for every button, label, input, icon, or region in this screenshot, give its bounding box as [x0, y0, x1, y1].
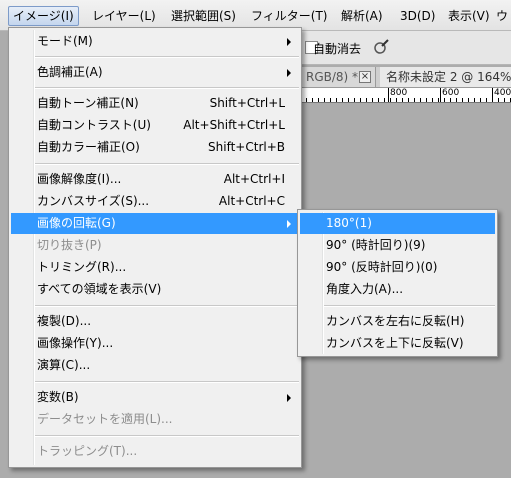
menu-item-reveal-all[interactable]: すべての領域を表示(V) — [11, 279, 299, 300]
menu-item-canvas-size[interactable]: カンバスサイズ(S)... Alt+Ctrl+C — [11, 191, 299, 212]
menu-view[interactable]: 表示(V) — [444, 6, 494, 26]
menu-item-crop[interactable]: 切り抜き(P) — [11, 235, 299, 256]
shortcut-label: Alt+Ctrl+C — [218, 194, 285, 208]
menu-item-rotate-arbitrary[interactable]: 角度入力(A)... — [300, 279, 495, 300]
menu-separator — [35, 87, 299, 89]
document-tab[interactable]: RGB/8) * × — [300, 67, 376, 87]
shortcut-label: Shift+Ctrl+L — [209, 96, 285, 110]
menu-separator — [324, 305, 495, 307]
ruler-label: 800 — [390, 88, 408, 98]
shortcut-label: Alt+Ctrl+I — [223, 172, 285, 186]
rotation-submenu: 180°(1) 90° (時計回り)(9) 90° (反時計回り)(0) 角度入… — [297, 209, 498, 357]
menu-item-rotate-90-ccw[interactable]: 90° (反時計回り)(0) — [300, 257, 495, 278]
menu-item-duplicate[interactable]: 複製(D)... — [11, 311, 299, 332]
menu-item-adjustments[interactable]: 色調補正(A) — [11, 62, 299, 83]
menu-item-rotate-90-cw[interactable]: 90° (時計回り)(9) — [300, 235, 495, 256]
options-bar: 自動消去 — [300, 31, 511, 65]
menu-item-variables[interactable]: 変数(B) — [11, 387, 299, 408]
menu-3d[interactable]: 3D(D) — [396, 6, 439, 26]
horizontal-ruler: 800 600 400 — [300, 88, 511, 103]
submenu-arrow-icon — [287, 38, 291, 46]
submenu-arrow-icon — [287, 69, 291, 77]
menu-select[interactable]: 選択範囲(S) — [167, 6, 240, 26]
document-tab-active[interactable]: 名称未設定 2 @ 164% — [380, 67, 511, 87]
menu-item-apply-data-set[interactable]: データセットを適用(L)... — [11, 409, 299, 430]
submenu-arrow-icon — [287, 220, 291, 228]
menu-item-auto-contrast[interactable]: 自動コントラスト(U) Alt+Shift+Ctrl+L — [11, 115, 299, 136]
menu-item-rotate-180[interactable]: 180°(1) — [300, 213, 495, 234]
menu-separator — [35, 435, 299, 437]
menu-separator — [35, 163, 299, 165]
close-icon[interactable]: × — [359, 71, 371, 83]
image-menu: モード(M) 色調補正(A) 自動トーン補正(N) Shift+Ctrl+L 自… — [8, 27, 302, 468]
menu-item-apply-image[interactable]: 画像操作(Y)... — [11, 333, 299, 354]
menu-window[interactable]: ウ — [492, 6, 511, 26]
menu-filter[interactable]: フィルター(T) — [247, 6, 331, 26]
document-tab-label: 名称未設定 2 @ 164% — [386, 70, 511, 84]
menu-item-trim[interactable]: トリミング(R)... — [11, 257, 299, 278]
menu-item-image-size[interactable]: 画像解像度(I)... Alt+Ctrl+I — [11, 169, 299, 190]
menu-item-calculations[interactable]: 演算(C)... — [11, 355, 299, 376]
menu-item-mode[interactable]: モード(M) — [11, 31, 299, 52]
submenu-arrow-icon — [287, 394, 291, 402]
menu-analysis[interactable]: 解析(A) — [337, 6, 387, 26]
menu-layer[interactable]: レイヤー(L) — [88, 6, 160, 26]
menu-item-flip-horizontal[interactable]: カンバスを左右に反転(H) — [300, 311, 495, 332]
menu-separator — [35, 305, 299, 307]
menu-item-auto-tone[interactable]: 自動トーン補正(N) Shift+Ctrl+L — [11, 93, 299, 114]
ruler-label: 600 — [442, 88, 460, 98]
ruler-label: 400 — [494, 88, 511, 98]
menu-separator — [35, 381, 299, 383]
menu-item-auto-color[interactable]: 自動カラー補正(O) Shift+Ctrl+B — [11, 137, 299, 158]
menu-separator — [35, 56, 299, 58]
shortcut-label: Alt+Shift+Ctrl+L — [183, 118, 285, 132]
menu-item-flip-vertical[interactable]: カンバスを上下に反転(V) — [300, 333, 495, 354]
brush-settings-icon[interactable] — [372, 38, 390, 56]
auto-erase-label: 自動消去 — [313, 42, 362, 56]
menu-item-trapping[interactable]: トラッピング(T)... — [11, 441, 299, 462]
document-tab-label: RGB/8) * — [306, 70, 359, 84]
menu-image[interactable]: イメージ(I) — [8, 6, 79, 26]
shortcut-label: Shift+Ctrl+B — [208, 140, 285, 154]
document-tabs: RGB/8) * × 名称未設定 2 @ 164% — [300, 67, 511, 88]
menu-item-image-rotation[interactable]: 画像の回転(G) — [11, 213, 299, 234]
